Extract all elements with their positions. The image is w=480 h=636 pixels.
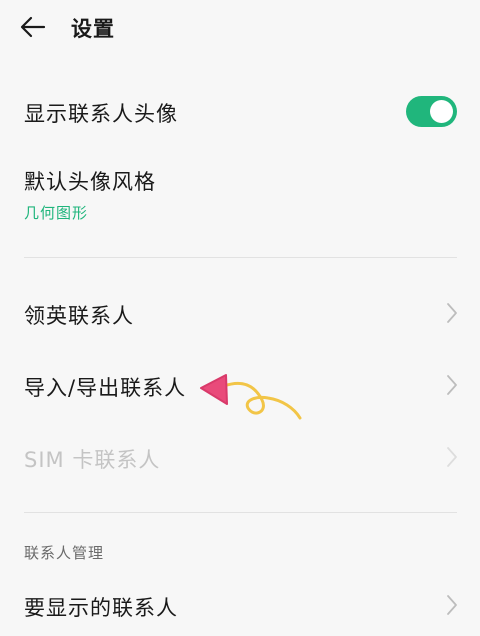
toggle-knob xyxy=(430,100,453,123)
avatar-style-row[interactable]: 默认头像风格 几何图形 xyxy=(0,158,480,234)
sim-contacts-row: SIM 卡联系人 xyxy=(0,432,480,484)
chevron-right-icon xyxy=(447,303,457,323)
show-avatar-toggle[interactable] xyxy=(406,96,457,127)
chevron-right-icon xyxy=(447,375,457,395)
sim-contacts-label: SIM 卡联系人 xyxy=(24,448,161,472)
divider xyxy=(24,257,457,258)
back-button[interactable] xyxy=(14,10,54,44)
chevron-right-icon xyxy=(447,447,457,467)
arrow-left-icon xyxy=(20,16,46,38)
section-title-contact-management: 联系人管理 xyxy=(24,544,105,562)
import-export-label: 导入/导出联系人 xyxy=(24,376,187,400)
header: 设置 xyxy=(0,0,480,58)
linkedin-contacts-label: 领英联系人 xyxy=(24,304,134,328)
show-avatar-label: 显示联系人头像 xyxy=(24,102,178,126)
contacts-to-display-row[interactable]: 要显示的联系人 xyxy=(0,584,480,636)
divider xyxy=(24,512,457,513)
chevron-right-icon xyxy=(447,595,457,615)
avatar-style-label: 默认头像风格 xyxy=(24,170,156,194)
contacts-to-display-label: 要显示的联系人 xyxy=(24,596,178,620)
linkedin-contacts-row[interactable]: 领英联系人 xyxy=(0,288,480,340)
hand-drawn-arrow-icon xyxy=(200,374,302,420)
page-title: 设置 xyxy=(71,17,115,41)
avatar-style-value: 几何图形 xyxy=(24,204,89,222)
